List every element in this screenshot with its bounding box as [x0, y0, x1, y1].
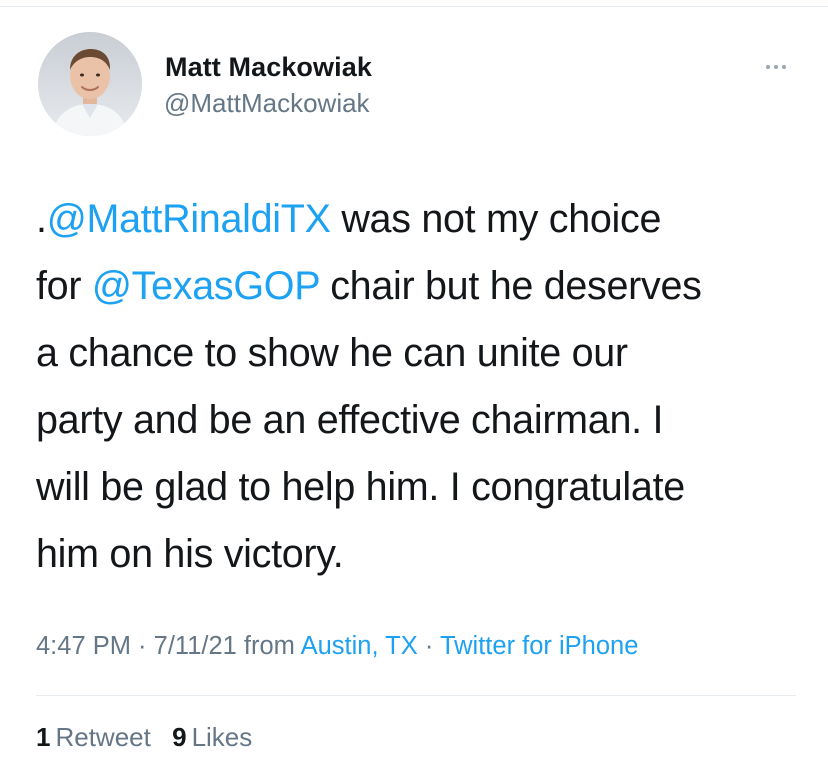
retweet-label: Retweet	[55, 722, 151, 752]
ellipsis-icon	[766, 65, 770, 69]
avatar[interactable]	[38, 32, 142, 136]
tweet-text-segment: will be glad to help him. I congratulate	[36, 465, 685, 509]
tweet-text-line: will be glad to help him. I congratulate	[36, 454, 816, 521]
like-count: 9	[172, 722, 187, 752]
ellipsis-icon	[782, 65, 786, 69]
tweet-text-segment: for	[36, 264, 92, 308]
profile-photo-icon	[38, 32, 142, 136]
author-handle[interactable]: @MattMackowiak	[164, 88, 370, 119]
tweet-text-line: a chance to show he can unite our	[36, 320, 816, 387]
mention-link[interactable]: @MattRinaldiTX	[47, 197, 331, 241]
tweet-text-line: party and be an effective chairman. I	[36, 387, 816, 454]
likes-stat[interactable]: 9 Likes	[172, 722, 252, 753]
meta-separator: ·	[130, 632, 154, 660]
from-label: from	[236, 632, 301, 660]
tweet-text-segment: party and be an effective chairman. I	[36, 398, 664, 442]
more-options-button[interactable]	[756, 55, 796, 79]
top-divider	[0, 0, 828, 7]
tweet-text-line: for @TexasGOP chair but he deserves	[36, 253, 816, 320]
tweet-stats: 1 Retweet 9 Likes	[36, 722, 266, 753]
stats-divider	[36, 695, 796, 696]
tweet-source-link[interactable]: Twitter for iPhone	[440, 632, 638, 660]
tweet-time[interactable]: 4:47 PM	[36, 632, 131, 660]
like-label: Likes	[191, 722, 253, 752]
tweet-text-segment: was not my choice	[330, 197, 662, 241]
tweet-metadata: 4:47 PM · 7/11/21 from Austin, TX · Twit…	[36, 632, 638, 661]
mention-link[interactable]: @TexasGOP	[92, 264, 320, 308]
tweet-text-segment: .	[36, 197, 47, 241]
tweet-text-segment: him on his victory.	[36, 532, 344, 576]
meta-separator: ·	[417, 632, 440, 660]
tweet-location-link[interactable]: Austin, TX	[301, 632, 418, 660]
author-name[interactable]: Matt Mackowiak	[165, 52, 372, 83]
tweet-text-segment: chair but he deserves	[319, 264, 702, 308]
retweets-stat[interactable]: 1 Retweet	[36, 722, 151, 753]
tweet-text-line: .@MattRinaldiTX was not my choice	[36, 186, 816, 253]
retweet-count: 1	[36, 722, 51, 752]
ellipsis-icon	[774, 65, 778, 69]
tweet-text-segment: a chance to show he can unite our	[36, 331, 628, 375]
tweet-text: .@MattRinaldiTX was not my choice for @Te…	[36, 186, 816, 588]
tweet-date[interactable]: 7/11/21	[154, 632, 237, 660]
tweet-text-line: him on his victory.	[36, 521, 816, 588]
